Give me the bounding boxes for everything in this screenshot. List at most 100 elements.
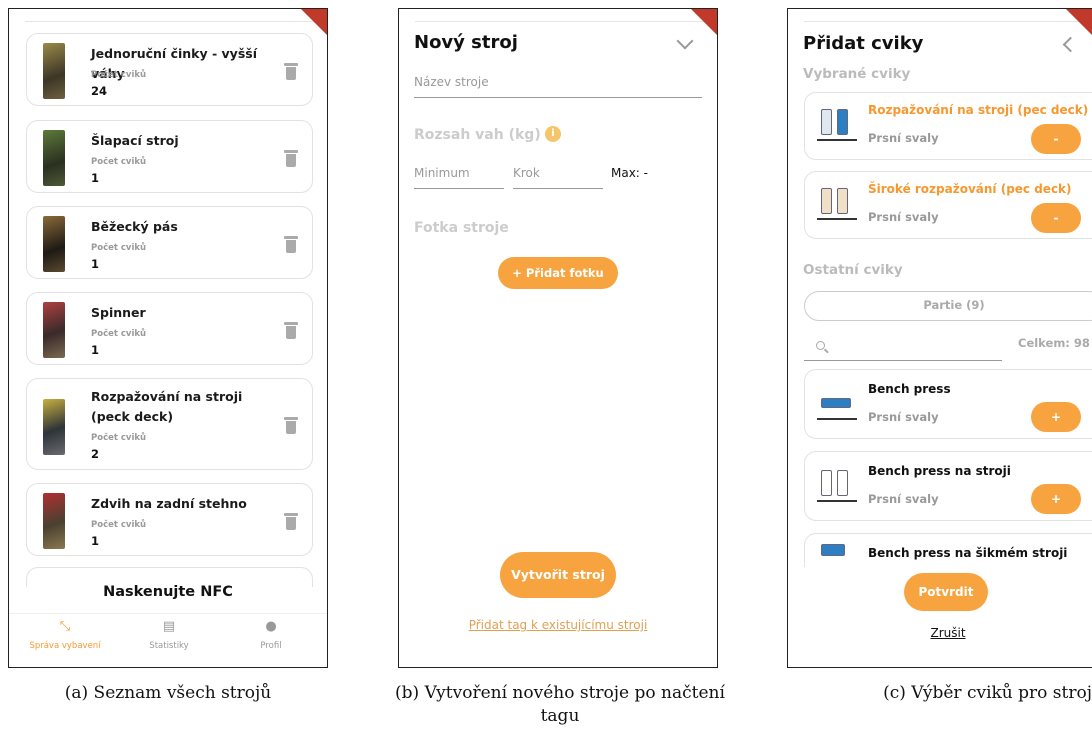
search-icon <box>816 341 825 350</box>
exercise-name: Bench press <box>868 382 951 396</box>
trash-icon[interactable] <box>284 150 298 168</box>
machine-card[interactable]: Spinner Počet cviků 1 <box>26 292 313 365</box>
machine-card[interactable]: Rozpažování na stroji (peck deck) Počet … <box>26 378 313 470</box>
exercise-name: Bench press na stroji <box>868 464 1011 478</box>
create-machine-button[interactable]: Vytvořit stroj <box>500 552 616 598</box>
exercise-count-label: Počet cviků <box>91 243 147 253</box>
machine-name: Šlapací stroj <box>91 133 179 148</box>
exercise-count-label: Počet cviků <box>91 329 147 339</box>
machine-photo <box>43 130 65 186</box>
machine-name: Běžecký pás <box>91 219 178 234</box>
exercise-card[interactable]: Bench press na stroji Prsní svaly + <box>804 451 1092 521</box>
search-input[interactable] <box>804 339 1002 361</box>
machine-card[interactable]: Běžecký pás Počet cviků 1 <box>26 206 313 279</box>
remove-exercise-button[interactable]: - <box>1031 124 1081 154</box>
page-title: Přidat cviky <box>803 33 924 54</box>
exercise-illustration <box>817 384 857 424</box>
photo-label: Fotka stroje <box>414 220 509 236</box>
info-icon[interactable]: i <box>545 126 561 142</box>
divider <box>25 21 319 22</box>
trash-icon[interactable] <box>284 513 298 531</box>
nav-label: Statistiky <box>149 641 189 651</box>
trash-icon[interactable] <box>284 236 298 254</box>
remove-exercise-button[interactable]: - <box>1031 203 1081 233</box>
exercise-count-label: Počet cviků <box>91 433 147 443</box>
step-input[interactable]: Krok <box>513 166 603 189</box>
stats-icon: ▤ <box>162 619 176 634</box>
exercise-card[interactable]: Bench press na šikmém stroji <box>804 533 1092 567</box>
confirm-button[interactable]: Potvrdit <box>904 573 988 611</box>
exercise-card-selected[interactable]: Široké rozpažování (pec deck) Prsní sval… <box>804 171 1092 239</box>
machine-name: Zdvih na zadní stehno <box>91 496 247 511</box>
exercise-count: 1 <box>91 534 100 548</box>
debug-ribbon <box>301 9 327 35</box>
nav-label: Profil <box>260 641 282 651</box>
max-value: Max: - <box>611 166 648 180</box>
trash-icon[interactable] <box>284 63 298 81</box>
caption-a: (a) Seznam všech strojů <box>64 683 272 703</box>
minimum-input[interactable]: Minimum <box>414 166 504 189</box>
machine-name-input[interactable]: Název stroje <box>414 75 702 98</box>
nav-equipment[interactable]: ⤡ Správa vybavení <box>15 619 115 651</box>
trash-icon[interactable] <box>284 417 298 435</box>
divider <box>415 21 709 22</box>
machine-photo <box>43 43 65 99</box>
exercise-muscle: Prsní svaly <box>868 492 939 506</box>
machine-photo <box>43 216 65 272</box>
divider <box>804 21 1084 22</box>
other-section-label: Ostatní cviky <box>803 262 903 278</box>
machine-name: Spinner <box>91 305 146 320</box>
machine-card[interactable]: Šlapací stroj Počet cviků 1 <box>26 120 313 193</box>
exercise-count: 1 <box>91 343 100 357</box>
exercise-card[interactable]: Bench press Prsní svaly + <box>804 369 1092 439</box>
muscle-group-filter[interactable]: Partie (9) <box>804 291 1092 321</box>
add-exercise-button[interactable]: + <box>1031 402 1081 432</box>
phone-screen-add-exercises: Přidat cviky Vybrané cviky Rozpažování n… <box>787 8 1092 668</box>
exercise-illustration <box>817 466 857 506</box>
exercise-muscle: Prsní svaly <box>868 131 939 145</box>
exercise-count-label: Počet cviků <box>91 520 147 530</box>
weight-range-label: Rozsah vah (kg) <box>414 127 541 143</box>
machine-name: Rozpažování na stroji (peck deck) <box>91 389 243 424</box>
machine-card[interactable]: Zdvih na zadní stehno Počet cviků 1 <box>26 483 313 556</box>
exercise-count: 1 <box>91 257 100 271</box>
exercise-muscle: Prsní svaly <box>868 410 939 424</box>
machine-photo <box>43 302 65 358</box>
nav-statistics[interactable]: ▤ Statistiky <box>119 619 219 651</box>
exercise-count: 2 <box>91 447 100 461</box>
nav-profile[interactable]: ● Profil <box>221 619 321 651</box>
back-chevron-icon[interactable] <box>1062 36 1079 53</box>
nav-label: Správa vybavení <box>29 641 101 651</box>
trash-icon[interactable] <box>284 322 298 340</box>
nfc-prompt: Naskenujte NFC <box>103 584 233 600</box>
exercise-name: Bench press na šikmém stroji <box>868 546 1068 560</box>
total-count: Celkem: 98 <box>1018 336 1090 350</box>
caption-c: (c) Výběr cviků pro stroj <box>883 683 1092 703</box>
exercise-illustration <box>817 542 857 564</box>
exercise-count-label: Počet cviků <box>91 157 147 167</box>
selected-section-label: Vybrané cviky <box>803 66 911 82</box>
exercise-count: 1 <box>91 171 100 185</box>
chevron-down-icon[interactable] <box>676 32 694 50</box>
page-title: Nový stroj <box>414 32 518 53</box>
caption-b: (b) Vytvoření nového stroje po načtení t… <box>395 683 725 726</box>
exercise-name: Rozpažování na stroji (pec deck) <box>868 103 1089 117</box>
add-photo-button[interactable]: + Přidat fotku <box>498 257 618 289</box>
machine-photo <box>43 493 65 549</box>
add-exercise-button[interactable]: + <box>1031 484 1081 514</box>
exercise-illustration <box>817 184 857 224</box>
exercise-count-label: Počet cviků <box>91 70 147 80</box>
bottom-nav-divider <box>9 613 327 614</box>
machine-photo <box>43 399 65 455</box>
equipment-icon: ⤡ <box>59 619 71 634</box>
exercise-illustration <box>817 105 857 145</box>
exercise-card-selected[interactable]: Rozpažování na stroji (pec deck) Prsní s… <box>804 92 1092 160</box>
phone-screen-machine-list: Jednoruční činky - vyšší váhy Počet cvik… <box>8 8 328 668</box>
exercise-name: Široké rozpažování (pec deck) <box>868 182 1072 196</box>
phone-screen-new-machine: Nový stroj Název stroje Rozsah vah (kg) … <box>398 8 718 668</box>
exercise-count: 24 <box>91 84 108 98</box>
cancel-link[interactable]: Zrušit <box>788 626 1092 640</box>
machine-card[interactable]: Jednoruční činky - vyšší váhy Počet cvik… <box>26 33 313 106</box>
exercise-muscle: Prsní svaly <box>868 210 939 224</box>
add-tag-to-existing-link[interactable]: Přidat tag k existujícímu stroji <box>399 618 717 632</box>
